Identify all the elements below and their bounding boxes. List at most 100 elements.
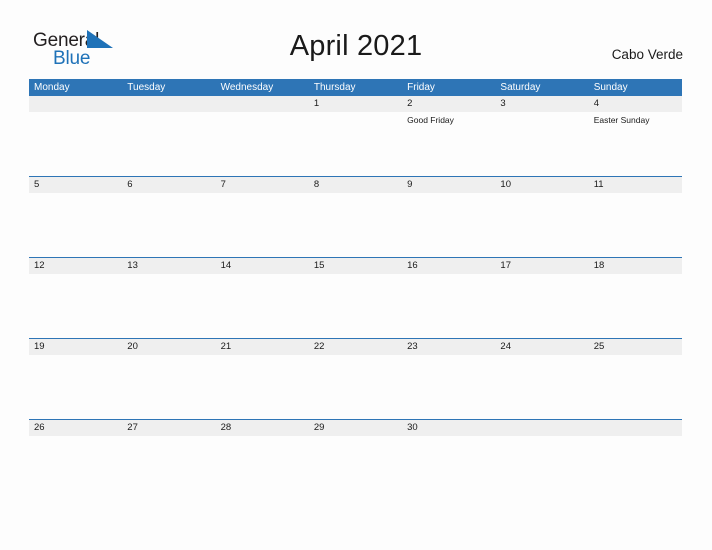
calendar-day-cell[interactable]: 24 (495, 338, 589, 420)
day-number: 22 (308, 339, 403, 355)
calendar-day-cell[interactable]: 10 (495, 176, 589, 258)
weekday-header-saturday: Saturday (495, 79, 589, 96)
day-event (402, 436, 495, 438)
calendar-day-cell[interactable]: 2 Good Friday (402, 96, 496, 177)
day-number: 12 (29, 258, 123, 274)
calendar-day-cell[interactable]: 30 (402, 419, 496, 500)
day-event (122, 436, 215, 438)
day-number (29, 96, 123, 112)
day-number: 15 (308, 258, 403, 274)
day-event (309, 193, 402, 195)
calendar-day-cell[interactable] (29, 96, 123, 177)
day-event (402, 274, 495, 276)
page-title: April 2021 (289, 30, 423, 62)
day-number: 5 (29, 177, 123, 193)
calendar-day-cell[interactable]: 3 (495, 96, 589, 177)
calendar-day-cell[interactable]: 6 (122, 176, 216, 258)
calendar-day-cell[interactable]: 27 (122, 419, 216, 500)
weekday-header-tuesday: Tuesday (122, 79, 216, 96)
calendar-day-cell[interactable]: 19 (29, 338, 123, 420)
day-number: 6 (122, 177, 216, 193)
calendar-week-row: 19 20 21 22 23 24 25 (29, 338, 682, 420)
day-event (402, 193, 495, 195)
day-event (216, 112, 309, 114)
day-event (589, 193, 682, 195)
weekday-header-sunday: Sunday (588, 79, 682, 96)
weekday-header-monday: Monday (29, 79, 123, 96)
day-event (495, 355, 588, 357)
day-number: 20 (122, 339, 216, 355)
day-number: 27 (122, 420, 216, 436)
calendar-day-cell[interactable]: 13 (122, 257, 216, 339)
day-number: 19 (29, 339, 123, 355)
day-number: 14 (215, 258, 309, 274)
calendar-day-cell[interactable]: 28 (215, 419, 309, 500)
page-header: General Blue April 2021 Cabo Verde (0, 0, 712, 79)
calendar-day-cell[interactable] (215, 96, 309, 177)
calendar-day-cell[interactable]: 26 (29, 419, 123, 500)
calendar-day-cell[interactable]: 21 (215, 338, 309, 420)
calendar-day-cell[interactable]: 15 (308, 257, 403, 339)
day-event (216, 274, 309, 276)
day-event (29, 355, 122, 357)
calendar-day-cell[interactable]: 17 (495, 257, 589, 339)
calendar-day-cell[interactable] (588, 419, 682, 500)
calendar-table: Monday Tuesday Wednesday Thursday Friday… (29, 79, 682, 500)
day-event (29, 274, 122, 276)
calendar-body: 1 2 Good Friday 3 4 Easter Sunday 5 6 7 8 … (29, 96, 682, 500)
day-number: 10 (495, 177, 589, 193)
day-number: 29 (308, 420, 403, 436)
day-event (122, 274, 215, 276)
calendar-day-cell[interactable]: 29 (308, 419, 403, 500)
calendar-day-cell[interactable]: 4 Easter Sunday (588, 96, 682, 177)
calendar-day-cell[interactable]: 20 (122, 338, 216, 420)
day-number (215, 96, 309, 112)
day-number: 25 (588, 339, 682, 355)
day-event (309, 436, 402, 438)
weekday-header-wednesday: Wednesday (215, 79, 309, 96)
day-number: 28 (215, 420, 309, 436)
day-number: 17 (495, 258, 589, 274)
calendar-day-cell[interactable]: 22 (308, 338, 403, 420)
day-number: 23 (402, 339, 496, 355)
day-event (122, 355, 215, 357)
calendar-day-cell[interactable] (122, 96, 216, 177)
day-number: 30 (402, 420, 496, 436)
day-number: 21 (215, 339, 309, 355)
calendar-day-cell[interactable]: 5 (29, 176, 123, 258)
day-event (495, 112, 588, 114)
day-event (589, 355, 682, 357)
day-event (29, 193, 122, 195)
day-event (309, 355, 402, 357)
calendar-day-cell[interactable] (495, 419, 589, 500)
day-event (29, 436, 122, 438)
calendar-day-cell[interactable]: 18 (588, 257, 682, 339)
day-number: 24 (495, 339, 589, 355)
calendar-day-cell[interactable]: 1 (308, 96, 403, 177)
day-number: 3 (495, 96, 589, 112)
day-event (589, 436, 682, 438)
calendar-day-cell[interactable]: 25 (588, 338, 682, 420)
calendar-day-cell[interactable]: 7 (215, 176, 309, 258)
weekday-header-friday: Friday (402, 79, 496, 96)
day-number (122, 96, 216, 112)
day-event (122, 193, 215, 195)
calendar-day-cell[interactable]: 23 (402, 338, 496, 420)
calendar-day-cell[interactable]: 16 (402, 257, 496, 339)
calendar-day-cell[interactable]: 9 (402, 176, 496, 258)
calendar-week-row: 5 6 7 8 9 10 11 (29, 176, 682, 258)
calendar-day-cell[interactable]: 14 (215, 257, 309, 339)
day-number: 9 (402, 177, 496, 193)
calendar-day-cell[interactable]: 8 (308, 176, 403, 258)
day-number: 2 (402, 96, 496, 112)
calendar-day-cell[interactable]: 11 (588, 176, 682, 258)
calendar-week-row: 1 2 Good Friday 3 4 Easter Sunday (29, 96, 682, 177)
day-event (122, 112, 215, 114)
day-event: Easter Sunday (593, 115, 650, 125)
day-event (29, 112, 122, 114)
day-event (216, 355, 309, 357)
day-event (495, 193, 588, 195)
day-number: 1 (308, 96, 403, 112)
calendar-day-cell[interactable]: 12 (29, 257, 123, 339)
day-number: 18 (588, 258, 682, 274)
